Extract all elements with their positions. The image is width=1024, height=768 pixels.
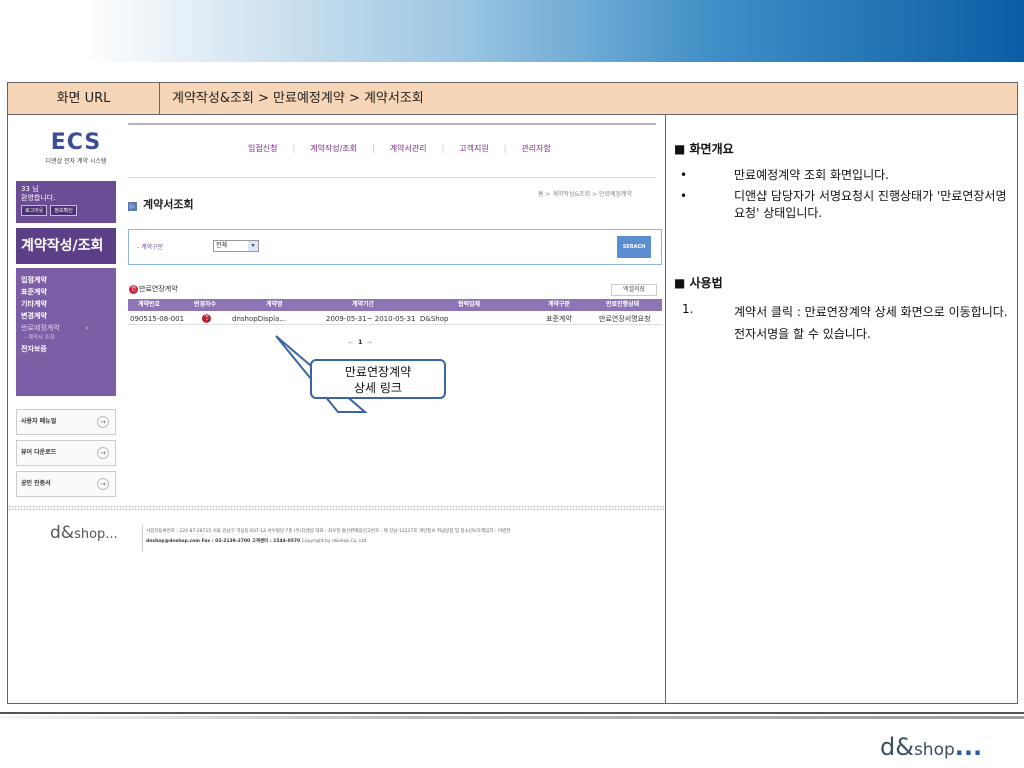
arrow-right-icon: →: [97, 478, 109, 490]
bottom-rule: [0, 712, 1024, 714]
bottom-rule-gradient: [0, 716, 1024, 719]
usage-item: 1. 계약서 클릭 : 만료연장계약 상세 화면으로 이동합니다. 전자서명을 할…: [682, 302, 1008, 341]
certificate-link[interactable]: 공인 인증서 →: [16, 471, 116, 497]
overview-title: ■ 화면개요: [674, 142, 734, 156]
description-panel: ■ 화면개요 • 만료예정계약 조회 화면입니다. • 디앤샵 담당자가 서명요청시…: [674, 140, 1014, 349]
brand-logo: d&shop...: [880, 733, 983, 761]
footer-line-2: dnshop@dnshop.com Fax : 02-2139-2700 고객센…: [146, 539, 367, 544]
callout-line-2: 상세 링크: [354, 381, 402, 395]
arrow-right-icon: →: [97, 447, 109, 459]
footer-separator: [142, 525, 143, 551]
callout-label: 만료연장계약 상세 링크: [310, 359, 446, 399]
overview-item: • 만료예정계약 조회 화면입니다.: [680, 168, 889, 182]
bullet-icon: •: [680, 189, 688, 203]
usage-number: 1.: [682, 302, 694, 316]
usage-title: ■ 사용법: [674, 276, 723, 290]
callout-line-1: 만료연장계약: [344, 365, 412, 379]
bullet-icon: •: [680, 168, 688, 182]
footer-line-1: 사업자등록번호 : 220-87-28715 서울 강남구 역삼동 837-12…: [146, 529, 511, 534]
overview-item: • 디앤샵 담당자가 서명요청시 진행상태가 '만료연장서명요청' 상태입니다.: [680, 189, 1007, 220]
footer-logo: d&shop...: [50, 523, 118, 543]
viewer-download-link[interactable]: 뷰어 다운로드 →: [16, 440, 116, 466]
footer-info: 사업자등록번호 : 220-87-28715 서울 강남구 역삼동 837-12…: [146, 527, 510, 547]
top-banner: [0, 0, 1024, 62]
panel-divider: [665, 115, 666, 703]
footer-divider: [8, 505, 664, 510]
